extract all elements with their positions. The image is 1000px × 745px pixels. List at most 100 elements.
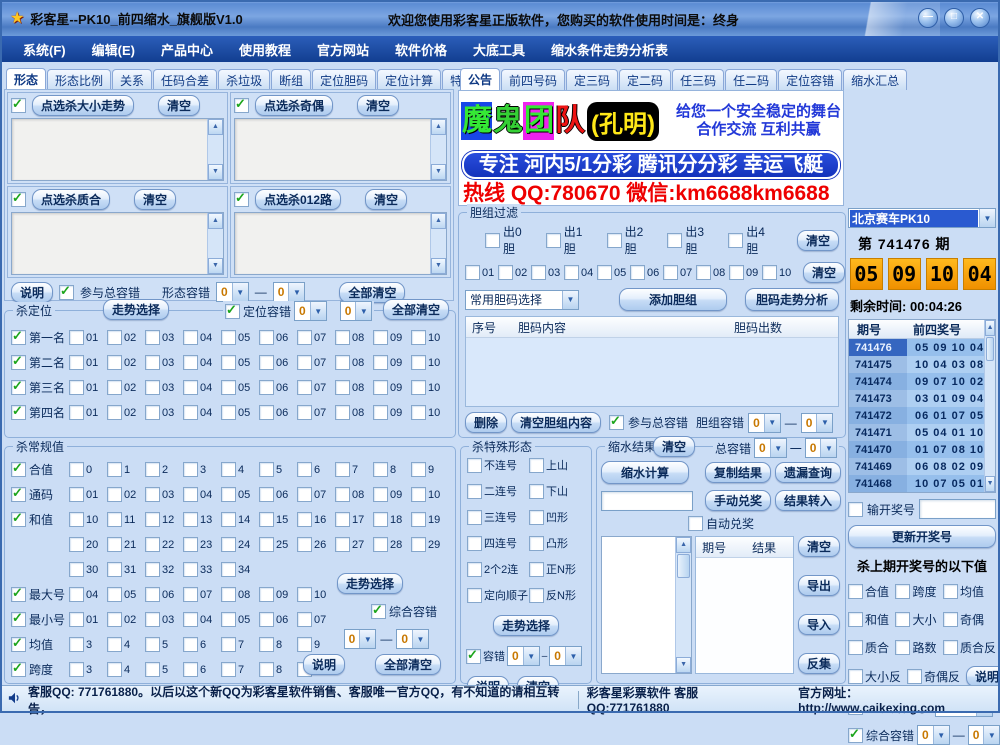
clear-all-button[interactable]: 全部清空 bbox=[383, 299, 449, 320]
right-tab[interactable]: 定二码 bbox=[619, 69, 671, 90]
number-checkbox[interactable] bbox=[107, 380, 122, 395]
delete-button[interactable]: 删除 bbox=[465, 412, 507, 433]
number-checkbox[interactable] bbox=[297, 355, 312, 370]
dan-number-checkbox[interactable] bbox=[762, 265, 777, 280]
scroll-down-icon[interactable]: ▼ bbox=[431, 164, 446, 180]
kill-list[interactable]: ▲ ▼ bbox=[234, 118, 447, 181]
number-checkbox[interactable] bbox=[411, 355, 426, 370]
special-tol-to-select[interactable]: 0▼ bbox=[549, 646, 582, 666]
number-checkbox[interactable] bbox=[183, 405, 198, 420]
clear-all-button[interactable]: 全部清空 bbox=[375, 654, 441, 675]
number-checkbox[interactable] bbox=[69, 487, 84, 502]
kill-list[interactable]: ▲ ▼ bbox=[11, 212, 224, 275]
number-checkbox[interactable] bbox=[297, 405, 312, 420]
scroll-down-icon[interactable]: ▼ bbox=[208, 164, 223, 180]
scroll-up-icon[interactable]: ▲ bbox=[208, 213, 223, 229]
number-checkbox[interactable] bbox=[183, 380, 198, 395]
number-checkbox[interactable] bbox=[145, 537, 160, 552]
dan-number-checkbox[interactable] bbox=[465, 265, 480, 280]
kill-option-checkbox[interactable] bbox=[943, 640, 958, 655]
number-checkbox[interactable] bbox=[107, 512, 122, 527]
number-checkbox[interactable] bbox=[145, 462, 160, 477]
number-checkbox[interactable] bbox=[69, 612, 84, 627]
kill-option-checkbox[interactable] bbox=[895, 612, 910, 627]
dan-count-checkbox[interactable] bbox=[485, 233, 500, 248]
copy-result-button[interactable]: 复制结果 bbox=[705, 462, 771, 483]
number-checkbox[interactable] bbox=[259, 462, 274, 477]
scroll-thumb[interactable] bbox=[986, 337, 994, 361]
number-checkbox[interactable] bbox=[221, 637, 236, 652]
kill-option-checkbox[interactable] bbox=[848, 640, 863, 655]
scroll-up-icon[interactable]: ▲ bbox=[431, 119, 446, 135]
number-checkbox[interactable] bbox=[259, 512, 274, 527]
scrollbar[interactable]: ▲ ▼ bbox=[207, 213, 223, 274]
number-checkbox[interactable] bbox=[145, 612, 160, 627]
number-checkbox[interactable] bbox=[145, 380, 160, 395]
number-checkbox[interactable] bbox=[145, 487, 160, 502]
panel-enable-checkbox[interactable] bbox=[234, 98, 249, 113]
number-checkbox[interactable] bbox=[335, 512, 350, 527]
number-checkbox[interactable] bbox=[221, 512, 236, 527]
number-checkbox[interactable] bbox=[297, 512, 312, 527]
number-checkbox[interactable] bbox=[297, 587, 312, 602]
number-checkbox[interactable] bbox=[145, 587, 160, 602]
kill-option-checkbox[interactable] bbox=[848, 612, 863, 627]
scroll-down-icon[interactable]: ▼ bbox=[431, 258, 446, 274]
scroll-down-icon[interactable]: ▼ bbox=[676, 657, 691, 673]
kill-list[interactable]: ▲ ▼ bbox=[234, 212, 447, 275]
special-checkbox[interactable] bbox=[467, 536, 482, 551]
menu-item[interactable]: 产品中心 bbox=[148, 40, 226, 59]
right-tab[interactable]: 公告 bbox=[460, 68, 500, 90]
side-button[interactable]: 导入 bbox=[798, 614, 840, 635]
total-tol-from-select[interactable]: 0▼ bbox=[754, 438, 787, 458]
number-checkbox[interactable] bbox=[183, 512, 198, 527]
clear-button[interactable]: 清空 bbox=[357, 95, 399, 116]
number-checkbox[interactable] bbox=[373, 487, 388, 502]
history-row[interactable]: 741470 01 07 08 10 bbox=[849, 441, 984, 458]
left-tab[interactable]: 形态比例 bbox=[47, 69, 111, 90]
number-checkbox[interactable] bbox=[221, 330, 236, 345]
scroll-up-icon[interactable]: ▲ bbox=[985, 320, 995, 336]
number-checkbox[interactable] bbox=[373, 537, 388, 552]
menu-item[interactable]: 使用教程 bbox=[226, 40, 304, 59]
special-checkbox[interactable] bbox=[467, 458, 482, 473]
number-checkbox[interactable] bbox=[107, 637, 122, 652]
input-draw-checkbox[interactable] bbox=[848, 502, 863, 517]
special-checkbox[interactable] bbox=[529, 562, 544, 577]
number-checkbox[interactable] bbox=[183, 562, 198, 577]
number-checkbox[interactable] bbox=[411, 380, 426, 395]
panel-enable-checkbox[interactable] bbox=[234, 192, 249, 207]
number-checkbox[interactable] bbox=[221, 587, 236, 602]
number-checkbox[interactable] bbox=[335, 330, 350, 345]
special-checkbox[interactable] bbox=[467, 588, 482, 603]
scroll-thumb[interactable] bbox=[677, 554, 690, 578]
shape-tol-to-select[interactable]: 0▼ bbox=[273, 282, 306, 302]
left-tab[interactable]: 定位计算 bbox=[377, 69, 441, 90]
left-tab[interactable]: 杀垃圾 bbox=[218, 69, 270, 90]
explain-button[interactable]: 说明 bbox=[11, 282, 53, 303]
dan-count-checkbox[interactable] bbox=[546, 233, 561, 248]
update-draw-button[interactable]: 更新开奖号 bbox=[848, 525, 996, 548]
menu-item[interactable]: 官方网站 bbox=[304, 40, 382, 59]
special-tol-from-select[interactable]: 0▼ bbox=[507, 646, 540, 666]
clear-button[interactable]: 清空 bbox=[803, 262, 845, 283]
menu-item[interactable]: 编辑(E) bbox=[79, 40, 148, 59]
scroll-up-icon[interactable]: ▲ bbox=[208, 119, 223, 135]
number-checkbox[interactable] bbox=[221, 487, 236, 502]
dan-tol-from-select[interactable]: 0▼ bbox=[748, 413, 781, 433]
number-checkbox[interactable] bbox=[221, 612, 236, 627]
row-enable-checkbox[interactable] bbox=[11, 462, 26, 477]
history-row[interactable]: 741473 03 01 09 04 bbox=[849, 390, 984, 407]
number-checkbox[interactable] bbox=[297, 380, 312, 395]
trend-select-button[interactable]: 走势选择 bbox=[337, 573, 403, 594]
dan-number-checkbox[interactable] bbox=[531, 265, 546, 280]
dan-number-checkbox[interactable] bbox=[630, 265, 645, 280]
history-row[interactable]: 741474 09 07 10 02 bbox=[849, 373, 984, 390]
number-checkbox[interactable] bbox=[145, 405, 160, 420]
add-dan-group-button[interactable]: 添加胆组 bbox=[619, 288, 727, 311]
row-enable-checkbox[interactable] bbox=[11, 637, 26, 652]
dan-table-body[interactable] bbox=[466, 338, 838, 406]
clear-button[interactable]: 清空 bbox=[365, 189, 407, 210]
scrollbar[interactable]: ▲ ▼ bbox=[984, 320, 995, 492]
row-enable-checkbox[interactable] bbox=[11, 512, 26, 527]
